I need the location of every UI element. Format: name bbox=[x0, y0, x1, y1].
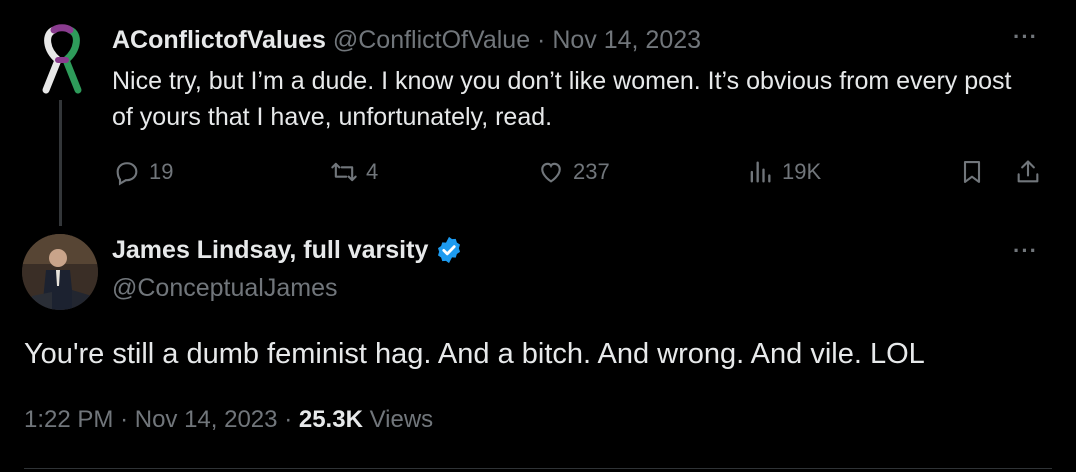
reply-button[interactable]: 19 bbox=[113, 158, 173, 186]
bookmark-icon bbox=[963, 161, 981, 183]
divider bbox=[24, 468, 1052, 469]
verified-badge-icon[interactable] bbox=[434, 235, 464, 265]
awareness-ribbon-icon[interactable] bbox=[36, 24, 88, 96]
share-button[interactable] bbox=[1014, 158, 1042, 186]
tweet-time[interactable]: 1:22 PM bbox=[24, 406, 113, 433]
like-button[interactable]: 237 bbox=[537, 158, 610, 186]
tweet-header: AConflictofValues @ConflictOfValue · Nov… bbox=[112, 24, 701, 56]
profile-photo-icon bbox=[22, 234, 98, 310]
bookmark-button[interactable] bbox=[958, 158, 986, 186]
author-name[interactable]: AConflictofValues bbox=[112, 26, 326, 54]
reply-icon bbox=[116, 162, 138, 186]
analytics-icon bbox=[750, 161, 771, 183]
separator-dot: · bbox=[284, 406, 293, 433]
share-icon bbox=[1017, 160, 1039, 183]
repost-icon bbox=[331, 162, 357, 182]
views-count: 19K bbox=[782, 159, 822, 184]
tweet-meta: 1:22 PM · Nov 14, 2023 · 25.3K Views bbox=[24, 404, 433, 436]
like-count: 237 bbox=[573, 159, 610, 184]
tweet-date[interactable]: Nov 14, 2023 bbox=[552, 26, 701, 54]
author-handle[interactable]: @ConceptualJames bbox=[112, 272, 338, 304]
views-button[interactable]: 19K bbox=[746, 158, 821, 186]
heart-icon bbox=[541, 162, 561, 183]
reply-count: 19 bbox=[149, 159, 174, 184]
separator-dot: · bbox=[120, 406, 129, 433]
views-label: Views bbox=[369, 406, 434, 433]
repost-button[interactable]: 4 bbox=[330, 158, 378, 186]
author-handle[interactable]: @ConflictOfValue bbox=[333, 26, 530, 54]
more-options-icon[interactable]: ··· bbox=[1013, 238, 1038, 264]
author-name-row: James Lindsay, full varsity bbox=[112, 234, 464, 266]
more-options-icon[interactable]: ··· bbox=[1013, 24, 1038, 50]
author-name[interactable]: James Lindsay, full varsity bbox=[112, 234, 428, 266]
repost-count: 4 bbox=[366, 159, 379, 184]
tweet-text: Nice try, but I’m a dude. I know you don… bbox=[112, 67, 1012, 131]
tweet-text: You're still a dumb feminist hag. And a … bbox=[24, 338, 925, 370]
avatar[interactable] bbox=[22, 234, 98, 310]
views-count[interactable]: 25.3K bbox=[299, 406, 363, 433]
tweet-actions-bar: 19 4 237 19K bbox=[0, 158, 1076, 190]
tweet-date[interactable]: Nov 14, 2023 bbox=[135, 406, 278, 433]
separator-dot: · bbox=[537, 26, 546, 54]
